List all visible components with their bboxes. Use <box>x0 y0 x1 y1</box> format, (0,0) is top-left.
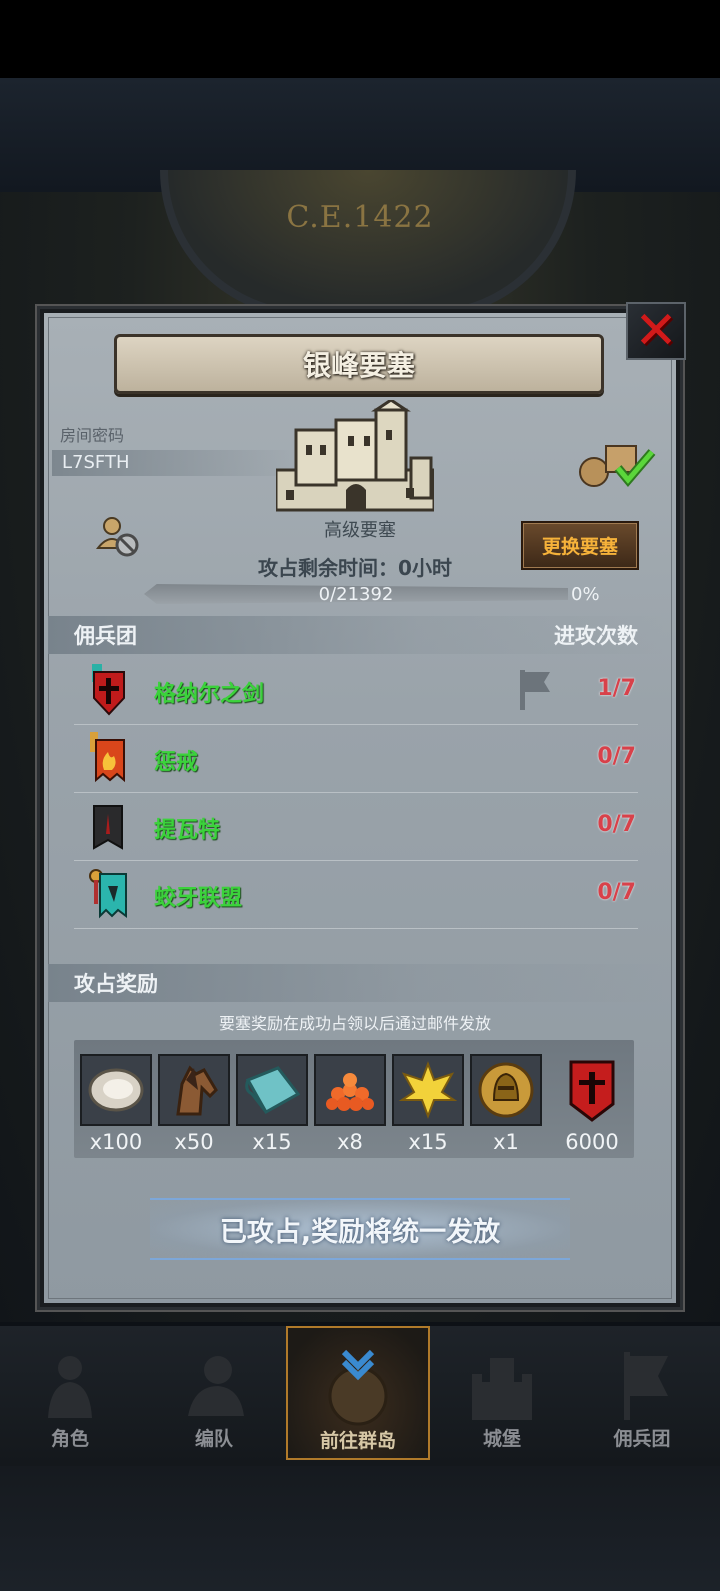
mercenary-name: 提瓦特 <box>154 818 221 843</box>
mercenary-attack-count: 0/7 <box>597 812 636 837</box>
dark-banner-icon <box>93 805 123 850</box>
nav-label: 角色 <box>50 1428 89 1450</box>
nav-label: 城堡 <box>482 1428 521 1450</box>
room-code-label: 房间密码 <box>60 426 125 445</box>
nav-tab-islands[interactable]: 前往群岛 <box>286 1326 430 1460</box>
change-fortress-button[interactable]: 更换要塞 <box>521 521 639 570</box>
room-code-value: L7SFTH <box>52 450 302 476</box>
oyster-icon <box>88 1068 144 1112</box>
flame-banner-icon <box>90 732 125 783</box>
cloth-icon <box>245 1066 301 1115</box>
status-bar-top <box>0 0 720 78</box>
reward-item[interactable]: x15 <box>392 1054 464 1154</box>
golden-crest-icon <box>398 1061 458 1119</box>
rewards-header-label: 攻占奖励 <box>74 972 158 996</box>
era-label: C.E.1422 <box>286 200 434 235</box>
reward-quantity: x1 <box>493 1130 519 1154</box>
mercenary-row[interactable]: 蛟牙联盟 0/7 <box>74 860 638 929</box>
mercenary-banner-icon <box>569 1060 615 1122</box>
progress-text: 0/21392 <box>318 584 394 605</box>
mercenary-header-label: 佣兵团 <box>74 624 137 648</box>
nav-tab-mercenary[interactable]: 佣兵团 <box>572 1326 712 1456</box>
nav-tab-formation[interactable]: 编队 <box>144 1326 284 1456</box>
nav-tab-character[interactable]: 角色 <box>0 1326 140 1456</box>
flag-icon <box>520 670 550 710</box>
dialog-title: 银峰要塞 <box>114 334 604 394</box>
reward-quantity: x8 <box>337 1130 363 1154</box>
roe-icon <box>326 1073 374 1111</box>
teal-banner-icon <box>89 869 127 919</box>
red-cross-banner-icon <box>92 664 125 716</box>
mercenary-row[interactable]: 惩戒 0/7 <box>74 724 638 793</box>
reward-quantity: x15 <box>252 1130 292 1154</box>
team-icon <box>188 1356 244 1416</box>
collected-supplies-icon[interactable] <box>578 440 656 488</box>
mercenary-row[interactable]: 提瓦特 0/7 <box>74 792 638 861</box>
capture-status-banner: 已攻占,奖励将统一发放 <box>150 1198 570 1260</box>
no-visitor-icon <box>96 517 139 557</box>
reward-quantity: x50 <box>174 1130 214 1154</box>
reward-item[interactable]: 6000 <box>556 1054 628 1154</box>
reward-item[interactable]: x15 <box>236 1054 308 1154</box>
reward-quantity: 6000 <box>565 1130 619 1154</box>
helmet-coin-icon <box>478 1062 534 1118</box>
nav-label: 佣兵团 <box>613 1428 671 1450</box>
progress-percent: 0% <box>571 584 600 605</box>
nav-label: 前往群岛 <box>319 1430 396 1452</box>
rewards-note: 要塞奖励在成功占领以后通过邮件发放 <box>218 1014 491 1033</box>
nav-label: 编队 <box>194 1428 233 1450</box>
close-icon: ✕ <box>634 301 678 361</box>
reward-quantity: x100 <box>89 1130 143 1154</box>
horse-icon <box>176 1065 218 1116</box>
bottom-navigation: 角色 编队 前往群岛 城堡 佣兵团 <box>0 1326 720 1466</box>
mercenary-name: 格纳尔之剑 <box>154 682 265 707</box>
mercenary-icon <box>624 1352 668 1420</box>
attack-count-header: 进攻次数 <box>554 624 638 648</box>
mercenary-attack-count: 0/7 <box>597 880 636 905</box>
close-button[interactable]: ✕ <box>626 302 686 360</box>
nav-tab-castle[interactable]: 城堡 <box>432 1326 572 1456</box>
knight-icon <box>48 1356 92 1418</box>
rewards-section-header: 攻占奖励 <box>48 964 666 1002</box>
reward-quantity: x15 <box>408 1130 448 1154</box>
island-icon <box>328 1349 388 1426</box>
reward-item[interactable]: x100 <box>80 1054 152 1154</box>
reward-item[interactable]: x8 <box>314 1054 386 1154</box>
castle-icon <box>472 1358 532 1420</box>
mercenary-section-header: 佣兵团 进攻次数 <box>48 616 666 654</box>
mercenary-name: 惩戒 <box>154 750 199 775</box>
reward-item[interactable]: x1 <box>470 1054 542 1154</box>
mercenary-row[interactable]: 格纳尔之剑 1/7 <box>74 656 638 725</box>
fortress-castle-icon <box>276 400 434 512</box>
system-nav-area <box>0 1466 720 1591</box>
mercenary-name: 蛟牙联盟 <box>154 886 243 911</box>
reward-item[interactable]: x50 <box>158 1054 230 1154</box>
mercenary-attack-count: 0/7 <box>597 744 636 769</box>
mercenary-attack-count: 1/7 <box>597 676 636 701</box>
